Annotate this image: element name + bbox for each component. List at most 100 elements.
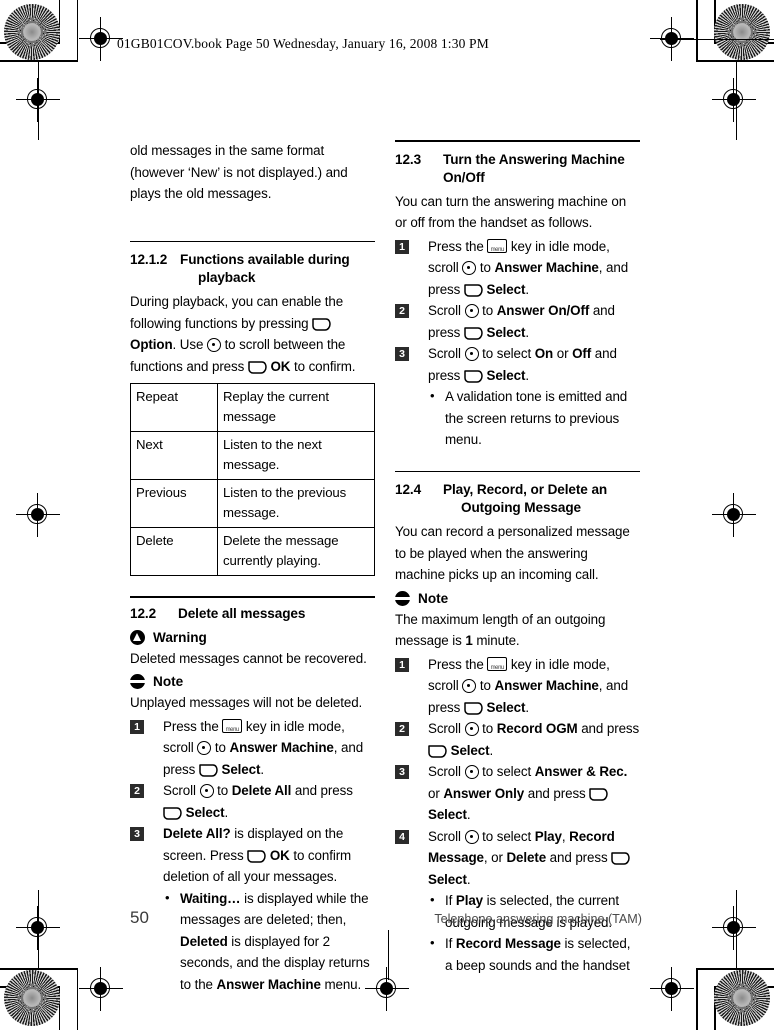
step-text: . bbox=[525, 699, 529, 715]
bullet-text: If bbox=[445, 893, 453, 909]
crop-line bbox=[0, 60, 78, 62]
step-number: 2 bbox=[130, 784, 144, 799]
note-text: Unplayed messages will not be deleted. bbox=[130, 695, 363, 711]
navigation-key-icon bbox=[462, 261, 477, 276]
menu-item-label: Answer Machine bbox=[216, 976, 321, 992]
soft-key-icon bbox=[199, 763, 218, 777]
crop-line bbox=[387, 930, 389, 980]
menu-key-icon bbox=[487, 656, 508, 671]
page-footer: 50 Telephone answering machine (TAM) bbox=[130, 908, 642, 928]
step-text: . bbox=[525, 367, 529, 383]
step-text: to select bbox=[482, 764, 532, 780]
print-density-target bbox=[714, 970, 770, 1026]
section-divider bbox=[395, 470, 640, 473]
table-cell-description: Replay the current message bbox=[217, 383, 375, 433]
list-item: 2 Scroll to Answer On/Off and press Sele… bbox=[395, 300, 640, 343]
table-row: Repeat Replay the current message bbox=[130, 383, 375, 433]
section-heading-12-2: 12.2 Delete all messages bbox=[130, 605, 375, 623]
status-label: Waiting… bbox=[180, 890, 241, 906]
soft-key-icon bbox=[312, 317, 331, 331]
option-off-label: Off bbox=[572, 346, 592, 362]
step-number: 3 bbox=[395, 347, 409, 362]
step-number: 1 bbox=[395, 657, 409, 672]
section-heading-12-1-2: 12.1.2 Functions available during playback bbox=[130, 251, 375, 287]
table-cell-description: Listen to the next message. bbox=[217, 431, 375, 481]
list-item: If Record Message is selected, a beep so… bbox=[428, 932, 640, 976]
step-text: . bbox=[525, 281, 529, 297]
section-title-line-1: Turn the Answering Machine bbox=[443, 151, 625, 167]
section-title: Functions available during playback bbox=[180, 251, 368, 287]
list-item: 1 Press the key in idle mode, scroll to … bbox=[130, 716, 375, 781]
soft-key-icon bbox=[611, 852, 630, 865]
step-text: and press bbox=[527, 785, 586, 801]
section-number: 12.4 bbox=[395, 482, 422, 498]
step-text: Scroll bbox=[163, 783, 196, 799]
step-text: . bbox=[466, 871, 471, 887]
select-label: Select bbox=[486, 367, 526, 383]
note-callout: Note bbox=[394, 588, 640, 609]
print-density-target bbox=[714, 4, 770, 60]
step-number: 4 bbox=[395, 829, 409, 844]
step-text: Scroll bbox=[428, 303, 461, 319]
section-number: 12.2 bbox=[130, 605, 157, 621]
registration-mark bbox=[650, 967, 694, 1011]
play-label: Play bbox=[534, 828, 562, 844]
soft-key-icon bbox=[247, 849, 266, 863]
soft-key-icon bbox=[163, 806, 182, 820]
select-label: Select bbox=[486, 699, 526, 715]
section-title: Play, Record, or Delete an Outgoing Messa… bbox=[443, 481, 633, 517]
navigation-key-icon bbox=[197, 741, 212, 756]
select-label: Select bbox=[450, 742, 490, 758]
navigation-key-icon bbox=[464, 722, 479, 737]
table-cell-description: Delete the message currently playing. bbox=[217, 527, 375, 577]
step-text: to bbox=[214, 740, 226, 756]
warning-callout: Warning bbox=[130, 627, 375, 648]
bullet-text: If bbox=[445, 936, 453, 952]
table-cell-function: Delete bbox=[130, 527, 218, 577]
registration-mark bbox=[712, 493, 756, 537]
answer-and-rec-label: Answer & Rec. bbox=[534, 764, 628, 780]
turn-on-off-steps: 1 Press the key in idle mode, scroll to … bbox=[395, 236, 640, 451]
step-text: , or bbox=[483, 850, 503, 866]
step-text: Press the bbox=[428, 238, 484, 254]
navigation-key-icon bbox=[464, 765, 479, 780]
soft-key-icon bbox=[464, 283, 483, 297]
footer-caption: Telephone answering machine (TAM) bbox=[434, 912, 642, 926]
soft-key-icon bbox=[464, 369, 483, 383]
menu-item-label: Answer Machine bbox=[494, 260, 599, 276]
registration-mark bbox=[16, 493, 60, 537]
section-heading-12-4: 12.4 Play, Record, or Delete an Outgoing M… bbox=[395, 481, 640, 517]
crop-line bbox=[696, 0, 698, 61]
playback-text-c: . Use bbox=[172, 337, 204, 353]
playback-functions-table: Repeat Replay the current message Next L… bbox=[130, 383, 375, 577]
page-number: 50 bbox=[130, 908, 149, 927]
select-label: Select bbox=[486, 281, 526, 297]
prompt-label: Delete All? bbox=[163, 826, 231, 842]
select-label: Select bbox=[428, 807, 467, 823]
navigation-key-icon bbox=[464, 304, 479, 319]
step-text: . bbox=[224, 804, 229, 820]
delete-label: Delete bbox=[506, 850, 547, 866]
section-title: Turn the Answering Machine On/Off bbox=[443, 151, 633, 187]
list-item: 3 Scroll to select On or Off and press S… bbox=[395, 343, 640, 451]
step-text: to bbox=[479, 678, 491, 694]
warning-label: Warning bbox=[153, 629, 207, 645]
list-item: 1 Press the key in idle mode, scroll to … bbox=[395, 236, 640, 301]
step-text: Scroll bbox=[428, 721, 461, 737]
step-bullets: Waiting… is displayed while the messages… bbox=[163, 887, 375, 996]
crop-line bbox=[0, 968, 78, 970]
step-text: . bbox=[489, 742, 494, 758]
menu-item-label: Answer On/Off bbox=[496, 303, 590, 319]
section-divider bbox=[130, 240, 375, 243]
step-text: Press the bbox=[428, 656, 484, 672]
step-number: 1 bbox=[395, 239, 409, 254]
soft-key-icon bbox=[464, 701, 483, 715]
step-text: . bbox=[525, 324, 529, 340]
table-cell-description: Listen to the previous message. bbox=[217, 479, 375, 529]
print-density-target bbox=[4, 970, 60, 1026]
step-text: to bbox=[479, 260, 491, 276]
warning-text: Deleted messages cannot be recovered. bbox=[130, 650, 367, 666]
menu-item-label: Answer Machine bbox=[229, 740, 334, 756]
section-title-line-1: Play, Record, or Delete an bbox=[443, 482, 608, 498]
